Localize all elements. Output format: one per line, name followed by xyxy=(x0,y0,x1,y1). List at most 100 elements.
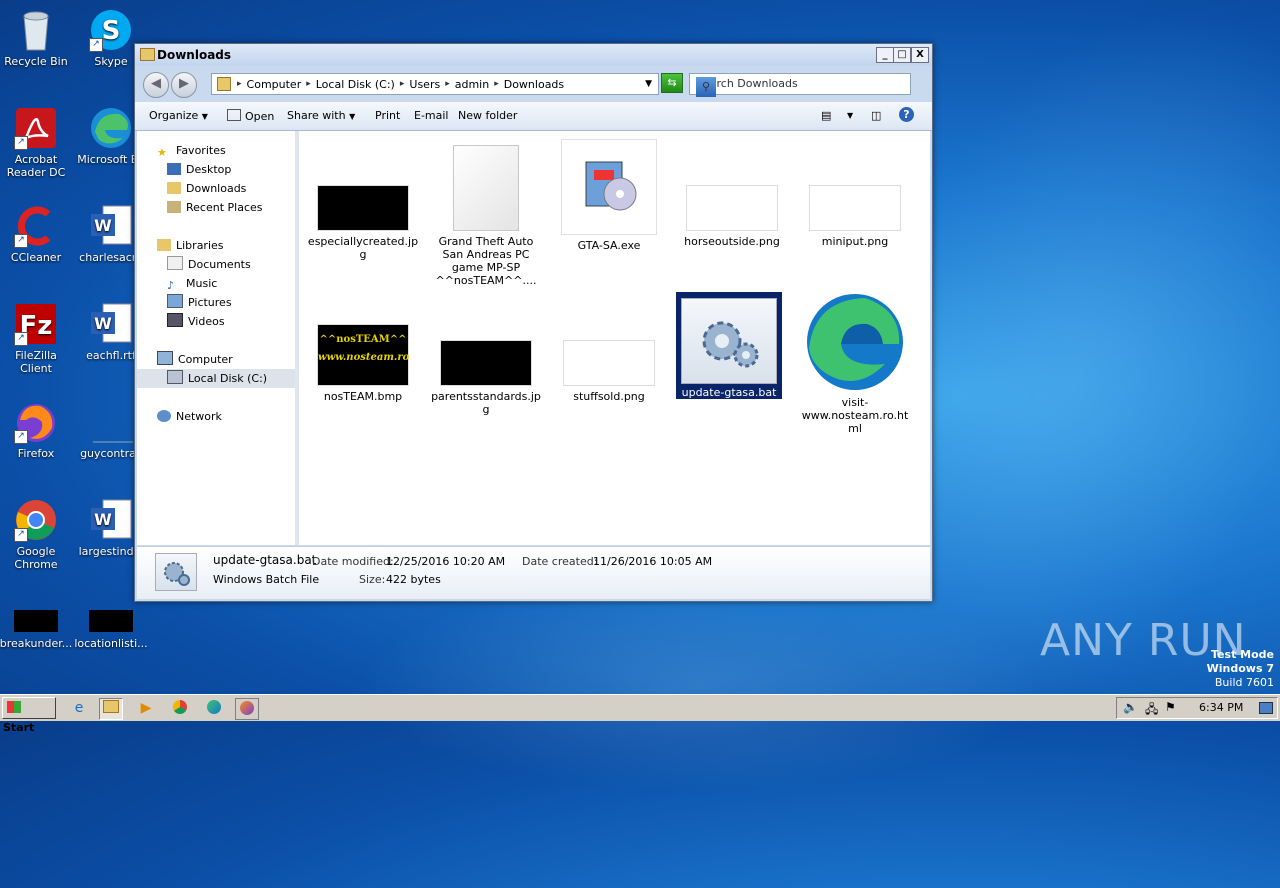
desktop-icon-label: Acrobat Reader DC xyxy=(6,153,66,179)
new-folder-button[interactable]: New folder xyxy=(458,109,517,122)
nav-libraries[interactable]: Libraries xyxy=(137,236,315,255)
desktop-icon-acrobat[interactable]: ↗ Acrobat Reader DC xyxy=(0,106,74,179)
command-bar: Organize ▼ Open Share with ▼ Print E-mai… xyxy=(135,102,932,131)
desktop-icon-ccleaner[interactable]: ↗ CCleaner xyxy=(0,204,74,264)
details-file-type: Windows Batch File xyxy=(213,573,320,586)
email-button[interactable]: E-mail xyxy=(414,109,449,122)
folder-icon xyxy=(217,77,231,91)
title-bar[interactable]: Downloads _ □ X xyxy=(135,44,932,66)
recent-places-icon xyxy=(167,201,181,213)
image-thumbnail-icon xyxy=(809,185,901,231)
desktop-icon-label: FileZilla Client xyxy=(15,349,57,375)
chrome-taskbar-icon[interactable] xyxy=(169,698,191,718)
windows-logo-icon xyxy=(7,701,21,713)
computer-icon xyxy=(157,351,173,365)
chevron-down-icon[interactable]: ▼ xyxy=(847,111,853,120)
file-name: Grand Theft Auto San Andreas PC game MP-… xyxy=(435,235,537,287)
file-item[interactable]: miniput.png xyxy=(799,185,911,248)
chevron-down-icon: ▼ xyxy=(201,112,208,121)
breadcrumb[interactable]: ▸ Computer ▸ Local Disk (C:) ▸ Users ▸ a… xyxy=(211,73,659,95)
breadcrumb-users[interactable]: Users xyxy=(409,78,440,91)
show-desktop-icon[interactable] xyxy=(1259,702,1273,714)
file-item[interactable]: horseoutside.png xyxy=(676,185,788,248)
nav-recent-places[interactable]: Recent Places xyxy=(137,198,325,217)
nav-music[interactable]: ♪ Music xyxy=(137,274,325,293)
svg-text:W: W xyxy=(94,216,112,235)
file-name: visit-www.nosteam.ro.html xyxy=(801,396,909,435)
file-item[interactable]: GTA-SA.exe xyxy=(553,139,665,252)
breadcrumb-admin[interactable]: admin xyxy=(455,78,489,91)
nav-label: Downloads xyxy=(186,182,247,195)
network-tray-icon[interactable]: 🖧 xyxy=(1145,700,1158,721)
clock[interactable]: 6:34 PM xyxy=(1199,701,1243,714)
minimize-button[interactable]: _ xyxy=(876,47,894,63)
nav-network[interactable]: Network xyxy=(137,407,315,426)
nav-videos[interactable]: Videos xyxy=(137,312,325,331)
breadcrumb-downloads[interactable]: Downloads xyxy=(504,78,564,91)
forward-button[interactable]: ▶ xyxy=(171,72,197,98)
share-with-label: Share with xyxy=(287,109,346,122)
nav-label: Libraries xyxy=(176,239,224,252)
desktop-icon-label: Google Chrome xyxy=(14,545,58,571)
black-image-thumbnail-icon xyxy=(89,608,133,634)
firefox-icon: ↗ xyxy=(14,400,58,444)
desktop-icon-breakunder[interactable]: breakunder... xyxy=(0,608,74,650)
libraries-icon xyxy=(157,239,171,251)
media-player-icon[interactable]: ▶ xyxy=(135,698,157,718)
chevron-down-icon[interactable]: ▼ xyxy=(645,79,652,89)
nav-local-disk[interactable]: Local Disk (C:) xyxy=(137,369,295,388)
edge-taskbar-icon[interactable] xyxy=(203,698,225,718)
nav-documents[interactable]: Documents xyxy=(137,255,325,274)
firefox-taskbar-icon[interactable] xyxy=(235,698,259,720)
details-file-name: update-gtasa.bat xyxy=(213,553,317,567)
organize-button[interactable]: Organize ▼ xyxy=(149,109,208,122)
open-button[interactable]: Open xyxy=(227,109,274,123)
desktop-icon-chrome[interactable]: ↗ Google Chrome xyxy=(0,498,74,571)
maximize-button[interactable]: □ xyxy=(893,47,911,63)
nav-pictures[interactable]: Pictures xyxy=(137,293,325,312)
test-mode-line: Test Mode xyxy=(1211,648,1274,661)
chrome-icon: ↗ xyxy=(14,498,58,542)
nav-favorites[interactable]: ★ Favorites xyxy=(137,141,315,160)
chevron-right-icon: ▸ xyxy=(306,79,311,89)
start-button[interactable]: Start xyxy=(2,697,56,734)
file-item[interactable]: visit-www.nosteam.ro.html xyxy=(799,292,911,435)
nav-computer[interactable]: Computer xyxy=(137,350,315,369)
file-item[interactable]: ^^nosTEAM^^ www.nosteam.ro nosTEAM.bmp xyxy=(307,324,419,403)
share-with-button[interactable]: Share with ▼ xyxy=(287,109,355,122)
desktop-icon-label: Recycle Bin xyxy=(4,55,68,68)
details-size-label: Size: xyxy=(359,573,386,586)
file-item[interactable]: parentsstandards.jpg xyxy=(430,340,542,416)
file-item[interactable]: stuffsold.png xyxy=(553,340,665,403)
view-options-icon[interactable]: ▤ xyxy=(821,109,831,122)
explorer-taskbar-icon[interactable] xyxy=(99,698,123,720)
nav-desktop[interactable]: Desktop xyxy=(137,160,325,179)
search-input[interactable]: Search Downloads ⚲ xyxy=(689,73,911,97)
file-item[interactable]: Grand Theft Auto San Andreas PC game MP-… xyxy=(430,145,542,287)
acrobat-icon: ↗ xyxy=(14,106,58,150)
breadcrumb-computer[interactable]: Computer xyxy=(247,78,302,91)
close-button[interactable]: X xyxy=(911,47,929,63)
nav-downloads[interactable]: Downloads xyxy=(137,179,325,198)
help-icon[interactable]: ? xyxy=(899,107,914,122)
volume-icon[interactable]: 🔈 xyxy=(1123,700,1138,714)
file-item-selected[interactable]: update-gtasa.bat xyxy=(676,292,782,399)
refresh-button[interactable]: ⇆ xyxy=(661,73,683,93)
desktop-icon-recycle-bin[interactable]: Recycle Bin xyxy=(0,8,74,68)
details-modified-label: Date modified: xyxy=(312,555,394,568)
internet-explorer-icon[interactable]: e xyxy=(68,698,90,718)
desktop-icon-firefox[interactable]: ↗ Firefox xyxy=(0,400,74,460)
preview-pane-icon[interactable]: ◫ xyxy=(871,109,881,122)
print-button[interactable]: Print xyxy=(375,109,400,122)
desktop-icon-filezilla[interactable]: Fz ↗ FileZilla Client xyxy=(0,302,74,375)
breadcrumb-local-disk[interactable]: Local Disk (C:) xyxy=(316,78,395,91)
flag-icon[interactable]: ⚑ xyxy=(1165,700,1176,714)
search-icon[interactable]: ⚲ xyxy=(696,77,716,97)
thumbnail-text: www.nosteam.ro xyxy=(318,352,410,363)
pictures-icon xyxy=(167,294,183,308)
desktop-icon-locationlisti[interactable]: locationlisti... xyxy=(73,608,149,650)
word-document-icon: W xyxy=(89,498,133,542)
file-item[interactable]: especiallycreated.jpg xyxy=(307,185,419,261)
downloads-folder-icon xyxy=(167,182,181,194)
back-button[interactable]: ◀ xyxy=(143,72,169,98)
